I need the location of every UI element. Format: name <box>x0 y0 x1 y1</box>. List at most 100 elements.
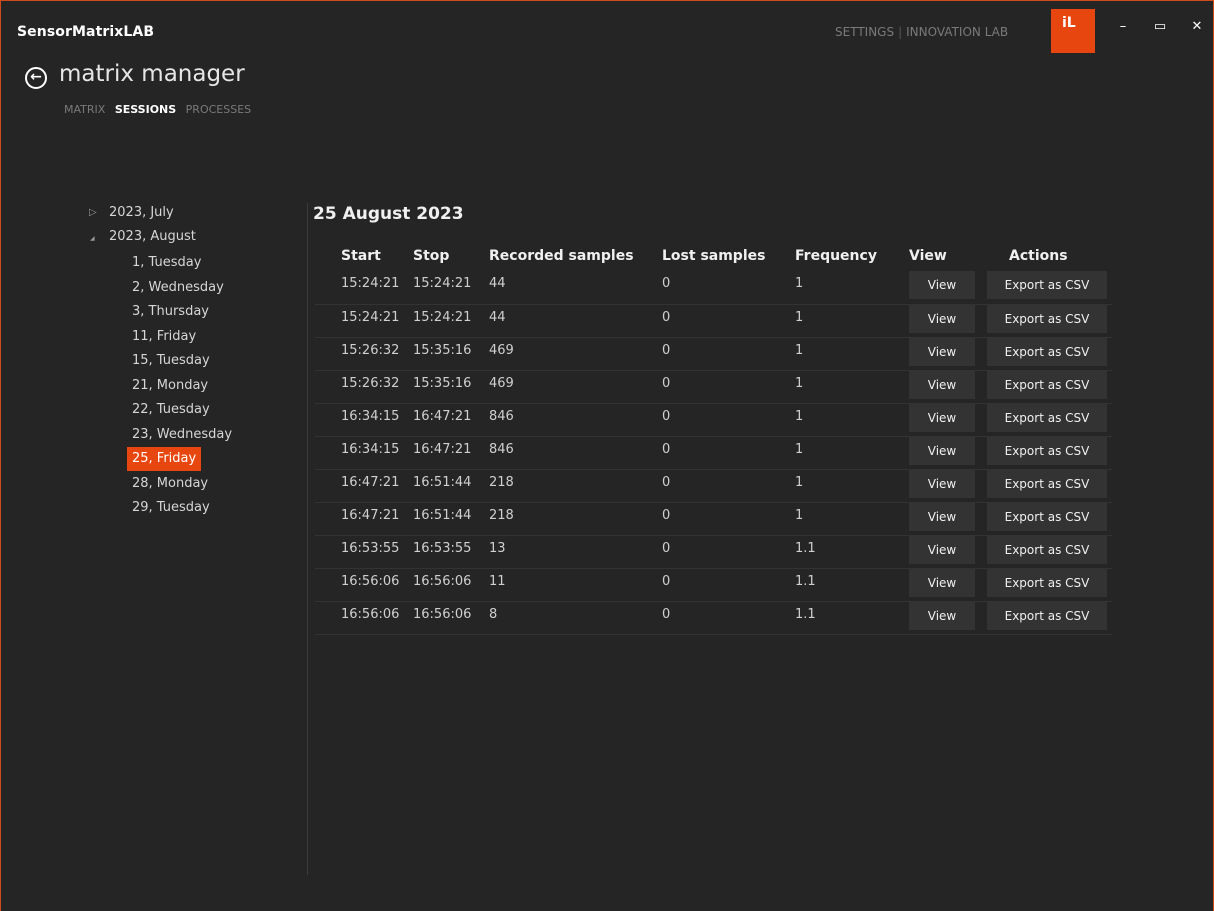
cell-actions: Export as CSV <box>987 568 1112 602</box>
cell-start: 15:24:21 <box>315 304 413 338</box>
tree-day-item[interactable]: 23, Wednesday <box>89 423 237 448</box>
export-csv-button[interactable]: Export as CSV <box>987 403 1107 432</box>
cell-actions: Export as CSV <box>987 601 1112 635</box>
app-window: SensorMatrixLAB SETTINGS | INNOVATION LAB … <box>0 0 1214 911</box>
tree-day-item[interactable]: 2, Wednesday <box>89 276 237 301</box>
tree-day-label: 23, Wednesday <box>132 426 233 442</box>
cell-start: 16:56:06 <box>315 568 413 602</box>
subnav-matrix[interactable]: MATRIX <box>64 103 105 116</box>
tree-day-item[interactable]: 3, Thursday <box>89 300 237 325</box>
view-button[interactable]: View <box>909 337 975 366</box>
cell-start: 16:34:15 <box>315 436 413 470</box>
export-csv-button[interactable]: Export as CSV <box>987 337 1107 366</box>
cell-lost-samples: 0 <box>662 337 795 371</box>
tree-day-item[interactable]: 1, Tuesday <box>89 251 237 276</box>
top-links: SETTINGS | INNOVATION LAB <box>835 25 1008 39</box>
view-button[interactable]: View <box>909 403 975 432</box>
table-row: 16:56:06 16:56:06 8 0 1.1 View Export as CSV <box>315 601 1112 635</box>
tree-day-item[interactable]: 28, Monday <box>89 472 237 497</box>
cell-lost-samples: 0 <box>662 502 795 536</box>
collapsed-triangle-icon[interactable]: ▷ <box>89 203 97 223</box>
sessions-table: Start Stop Recorded samples Lost samples… <box>315 241 1112 635</box>
minimize-button[interactable]: – <box>1113 17 1133 37</box>
tree-day-label: 11, Friday <box>132 328 197 344</box>
col-start: Start <box>341 248 381 264</box>
cell-start: 16:34:15 <box>315 403 413 437</box>
cell-recorded-samples: 218 <box>489 502 662 536</box>
cell-view: View <box>909 601 987 635</box>
vertical-divider <box>307 203 308 875</box>
export-csv-button[interactable]: Export as CSV <box>987 304 1107 333</box>
cell-view: View <box>909 568 987 602</box>
maximize-button[interactable]: ▭ <box>1150 17 1170 37</box>
tree-month[interactable]: ◢ 2023, August <box>89 227 237 251</box>
tree-month[interactable]: ▷ 2023, July <box>89 203 237 227</box>
cell-lost-samples: 0 <box>662 601 795 635</box>
cell-lost-samples: 0 <box>662 304 795 338</box>
cell-actions: Export as CSV <box>987 337 1112 371</box>
cell-actions: Export as CSV <box>987 535 1112 569</box>
cell-frequency: 1.1 <box>795 535 909 569</box>
cell-stop: 15:24:21 <box>413 271 489 305</box>
table-row: 16:34:15 16:47:21 846 0 1 View Export as CSV <box>315 403 1112 437</box>
export-csv-button[interactable]: Export as CSV <box>987 601 1107 630</box>
subnav-sessions[interactable]: SESSIONS <box>115 103 176 116</box>
export-csv-button[interactable]: Export as CSV <box>987 271 1107 299</box>
tree-day-item[interactable]: 25, Friday <box>89 447 237 472</box>
tree-day-item[interactable]: 11, Friday <box>89 325 237 350</box>
export-csv-button[interactable]: Export as CSV <box>987 469 1107 498</box>
expanded-triangle-icon[interactable]: ◢ <box>90 229 95 249</box>
cell-actions: Export as CSV <box>987 403 1112 437</box>
back-arrow-icon[interactable]: ← <box>25 67 47 89</box>
view-button[interactable]: View <box>909 502 975 531</box>
close-button[interactable]: ✕ <box>1187 17 1207 37</box>
cell-lost-samples: 0 <box>662 436 795 470</box>
export-csv-button[interactable]: Export as CSV <box>987 568 1107 597</box>
cell-start: 15:24:21 <box>315 271 413 305</box>
cell-stop: 16:56:06 <box>413 601 489 635</box>
link-separator: | <box>898 25 903 39</box>
cell-actions: Export as CSV <box>987 304 1112 338</box>
export-csv-button[interactable]: Export as CSV <box>987 502 1107 531</box>
tree-day-label: 22, Tuesday <box>132 402 210 417</box>
cell-lost-samples: 0 <box>662 469 795 503</box>
view-button[interactable]: View <box>909 469 975 498</box>
cell-recorded-samples: 44 <box>489 271 662 305</box>
export-csv-button[interactable]: Export as CSV <box>987 436 1107 465</box>
tree-day-item[interactable]: 22, Tuesday <box>89 398 237 423</box>
tree-day-item[interactable]: 15, Tuesday <box>89 349 237 374</box>
view-button[interactable]: View <box>909 601 975 630</box>
cell-recorded-samples: 846 <box>489 436 662 470</box>
cell-actions: Export as CSV <box>987 502 1112 536</box>
tree-day-item[interactable]: 29, Tuesday <box>89 496 237 521</box>
cell-lost-samples: 0 <box>662 535 795 569</box>
cell-stop: 15:35:16 <box>413 370 489 404</box>
tree-day-item[interactable]: 21, Monday <box>89 374 237 399</box>
cell-stop: 16:47:21 <box>413 436 489 470</box>
cell-recorded-samples: 469 <box>489 370 662 404</box>
view-button[interactable]: View <box>909 370 975 399</box>
cell-recorded-samples: 8 <box>489 601 662 635</box>
cell-recorded-samples: 11 <box>489 568 662 602</box>
view-button[interactable]: View <box>909 535 975 564</box>
cell-frequency: 1.1 <box>795 601 909 635</box>
export-csv-button[interactable]: Export as CSV <box>987 370 1107 399</box>
view-button[interactable]: View <box>909 568 975 597</box>
view-button[interactable]: View <box>909 271 975 299</box>
settings-link[interactable]: SETTINGS <box>835 25 894 39</box>
innovation-lab-link[interactable]: INNOVATION LAB <box>906 25 1008 39</box>
tree-day-label: 25, Friday <box>127 447 202 471</box>
subnav-processes[interactable]: PROCESSES <box>186 103 251 116</box>
cell-actions: Export as CSV <box>987 370 1112 404</box>
sessions-date-title: 25 August 2023 <box>313 204 464 224</box>
view-button[interactable]: View <box>909 304 975 333</box>
cell-view: View <box>909 271 987 305</box>
cell-recorded-samples: 469 <box>489 337 662 371</box>
cell-recorded-samples: 846 <box>489 403 662 437</box>
cell-view: View <box>909 535 987 569</box>
view-button[interactable]: View <box>909 436 975 465</box>
export-csv-button[interactable]: Export as CSV <box>987 535 1107 564</box>
cell-lost-samples: 0 <box>662 403 795 437</box>
col-recorded-samples: Recorded samples <box>489 248 634 264</box>
table-row: 16:56:06 16:56:06 11 0 1.1 View Export as CSV <box>315 568 1112 602</box>
